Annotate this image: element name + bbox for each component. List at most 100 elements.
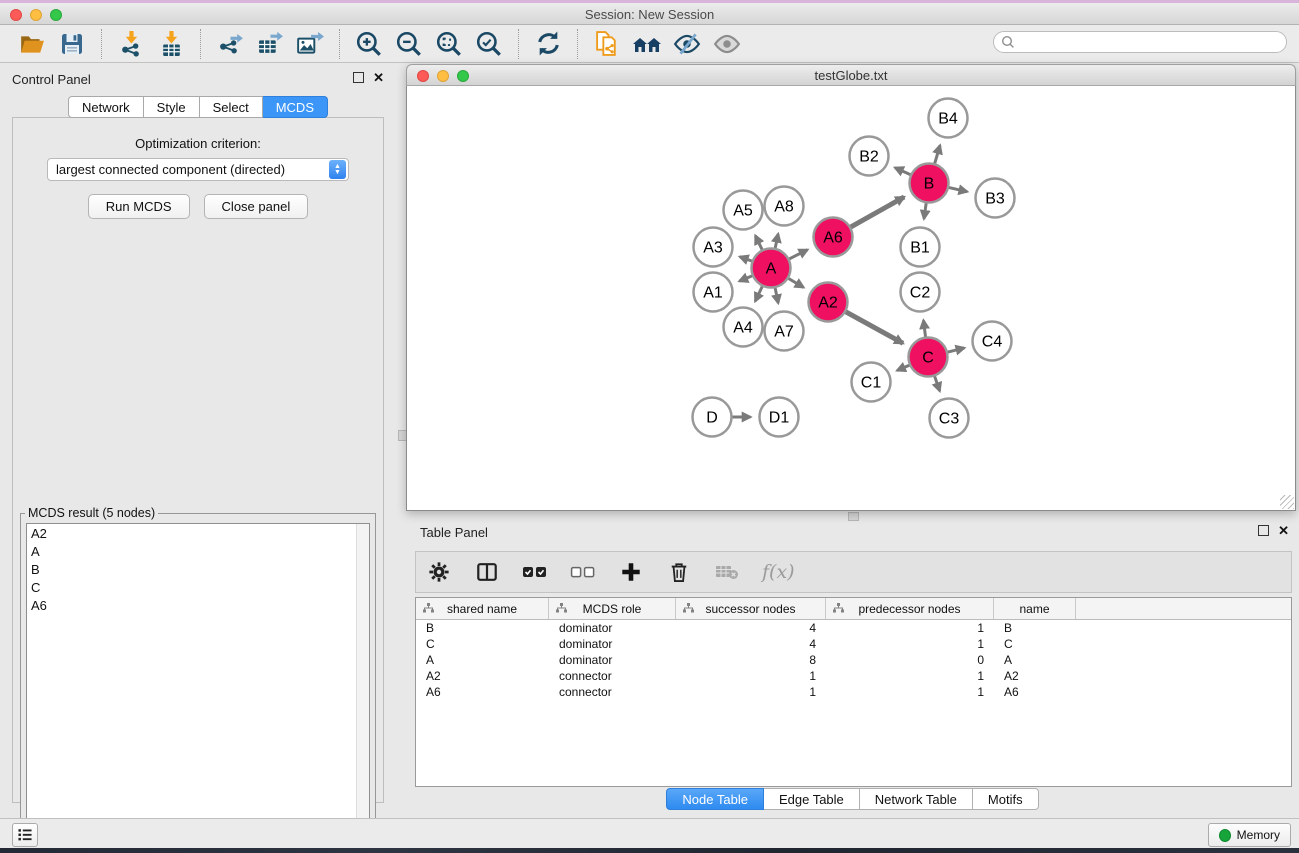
table-row[interactable]: Bdominator41B bbox=[416, 620, 1291, 636]
node-D[interactable]: D bbox=[693, 398, 732, 437]
function-builder-icon[interactable]: f(x) bbox=[762, 559, 795, 585]
tab-network[interactable]: Network bbox=[68, 96, 144, 118]
edge-A-A5[interactable] bbox=[755, 236, 762, 251]
cell-successor-nodes[interactable]: 1 bbox=[676, 669, 826, 683]
tab-node-table[interactable]: Node Table bbox=[666, 788, 764, 810]
edge-A-A2[interactable] bbox=[788, 278, 804, 287]
node-A[interactable]: A bbox=[752, 249, 791, 288]
open-file-icon[interactable] bbox=[17, 29, 47, 59]
cell-predecessor-nodes[interactable]: 1 bbox=[826, 685, 994, 699]
table-row[interactable]: Adominator80A bbox=[416, 652, 1291, 668]
edge-A-A6[interactable] bbox=[788, 250, 807, 260]
node-B1[interactable]: B1 bbox=[901, 228, 940, 267]
cell-predecessor-nodes[interactable]: 1 bbox=[826, 621, 994, 635]
edge-A-A3[interactable] bbox=[740, 257, 753, 262]
edge-A-A1[interactable] bbox=[739, 275, 753, 281]
cell-MCDS-role[interactable]: dominator bbox=[549, 621, 676, 635]
unselect-all-checkboxes-icon[interactable] bbox=[570, 559, 596, 585]
node-C2[interactable]: C2 bbox=[901, 273, 940, 312]
node-B4[interactable]: B4 bbox=[929, 99, 968, 138]
tab-select[interactable]: Select bbox=[200, 96, 263, 118]
node-A4[interactable]: A4 bbox=[724, 308, 763, 347]
home-layout-icon[interactable] bbox=[632, 29, 662, 59]
cell-successor-nodes[interactable]: 1 bbox=[676, 685, 826, 699]
select-all-checkboxes-icon[interactable] bbox=[522, 559, 548, 585]
float-table-panel-icon[interactable] bbox=[1258, 525, 1269, 536]
export-network-icon[interactable] bbox=[215, 29, 245, 59]
node-A6[interactable]: A6 bbox=[814, 218, 853, 257]
cell-successor-nodes[interactable]: 8 bbox=[676, 653, 826, 667]
tab-network-table[interactable]: Network Table bbox=[860, 788, 973, 810]
tab-motifs[interactable]: Motifs bbox=[973, 788, 1039, 810]
add-column-icon[interactable] bbox=[618, 559, 644, 585]
cell-name[interactable]: B bbox=[994, 621, 1076, 635]
main-titlebar[interactable]: Session: New Session bbox=[0, 3, 1299, 25]
edge-A-A4[interactable] bbox=[755, 286, 762, 302]
cell-predecessor-nodes[interactable]: 0 bbox=[826, 653, 994, 667]
save-session-icon[interactable] bbox=[57, 29, 87, 59]
cell-successor-nodes[interactable]: 4 bbox=[676, 621, 826, 635]
node-C1[interactable]: C1 bbox=[852, 363, 891, 402]
float-panel-icon[interactable] bbox=[353, 72, 364, 83]
cell-shared-name[interactable]: C bbox=[416, 637, 549, 651]
node-C[interactable]: C bbox=[909, 338, 948, 377]
table-row[interactable]: A2connector11A2 bbox=[416, 668, 1291, 684]
column-header-shared-name[interactable]: shared name bbox=[416, 598, 549, 619]
edge-C-C1[interactable] bbox=[897, 365, 910, 371]
edge-B-B2[interactable] bbox=[895, 168, 911, 175]
search-input[interactable] bbox=[1015, 35, 1286, 49]
edge-A6-B[interactable] bbox=[850, 197, 904, 227]
import-table-icon[interactable] bbox=[156, 29, 186, 59]
table-row[interactable]: A6connector11A6 bbox=[416, 684, 1291, 700]
show-graphics-details-icon[interactable] bbox=[712, 29, 742, 59]
result-scrollbar[interactable] bbox=[356, 524, 369, 846]
network-canvas[interactable]: A5A8A3A6AA1A2A4A7B4B2BB3B1C2CC4C1C3DD1 bbox=[406, 86, 1296, 511]
edge-C-C3[interactable] bbox=[934, 375, 939, 391]
edge-A-A7[interactable] bbox=[775, 287, 778, 303]
cell-shared-name[interactable]: A6 bbox=[416, 685, 549, 699]
cell-successor-nodes[interactable]: 4 bbox=[676, 637, 826, 651]
node-A7[interactable]: A7 bbox=[765, 312, 804, 351]
tab-mcds[interactable]: MCDS bbox=[263, 96, 328, 118]
cell-shared-name[interactable]: A2 bbox=[416, 669, 549, 683]
cell-MCDS-role[interactable]: dominator bbox=[549, 637, 676, 651]
column-header-MCDS-role[interactable]: MCDS role bbox=[549, 598, 676, 619]
delete-table-icon[interactable] bbox=[714, 559, 740, 585]
cell-name[interactable]: C bbox=[994, 637, 1076, 651]
close-panel-icon[interactable]: ✕ bbox=[373, 72, 384, 83]
tab-style[interactable]: Style bbox=[144, 96, 200, 118]
node-B2[interactable]: B2 bbox=[850, 137, 889, 176]
node-B[interactable]: B bbox=[910, 164, 949, 203]
close-panel-button[interactable]: Close panel bbox=[204, 194, 309, 219]
result-item[interactable]: B bbox=[27, 560, 369, 578]
zoom-out-icon[interactable] bbox=[394, 29, 424, 59]
result-item[interactable]: A6 bbox=[27, 596, 369, 614]
column-header-name[interactable]: name bbox=[994, 598, 1076, 619]
zoom-selected-icon[interactable] bbox=[474, 29, 504, 59]
export-table-icon[interactable] bbox=[255, 29, 285, 59]
node-table[interactable]: shared nameMCDS rolesuccessor nodesprede… bbox=[415, 597, 1292, 787]
cell-name[interactable]: A bbox=[994, 653, 1076, 667]
edge-B-B3[interactable] bbox=[948, 187, 967, 191]
cell-MCDS-role[interactable]: connector bbox=[549, 685, 676, 699]
hide-graphics-details-icon[interactable] bbox=[672, 29, 702, 59]
column-header-successor-nodes[interactable]: successor nodes bbox=[676, 598, 826, 619]
edge-B-B4[interactable] bbox=[934, 145, 940, 164]
copy-network-icon[interactable] bbox=[592, 29, 622, 59]
node-A3[interactable]: A3 bbox=[694, 228, 733, 267]
node-A1[interactable]: A1 bbox=[694, 273, 733, 312]
run-mcds-button[interactable]: Run MCDS bbox=[88, 194, 190, 219]
import-network-icon[interactable] bbox=[116, 29, 146, 59]
mcds-result-list[interactable]: A2ABCA6 bbox=[26, 523, 370, 847]
tab-edge-table[interactable]: Edge Table bbox=[764, 788, 860, 810]
zoom-in-icon[interactable] bbox=[354, 29, 384, 59]
edge-C-C2[interactable] bbox=[923, 320, 925, 337]
result-item[interactable]: A bbox=[27, 542, 369, 560]
cell-name[interactable]: A6 bbox=[994, 685, 1076, 699]
node-A8[interactable]: A8 bbox=[765, 187, 804, 226]
criterion-dropdown[interactable]: largest connected component (directed) ▲… bbox=[47, 158, 349, 181]
resize-grip-icon[interactable] bbox=[1280, 495, 1294, 509]
cell-shared-name[interactable]: B bbox=[416, 621, 549, 635]
node-C3[interactable]: C3 bbox=[930, 399, 969, 438]
node-A5[interactable]: A5 bbox=[724, 191, 763, 230]
